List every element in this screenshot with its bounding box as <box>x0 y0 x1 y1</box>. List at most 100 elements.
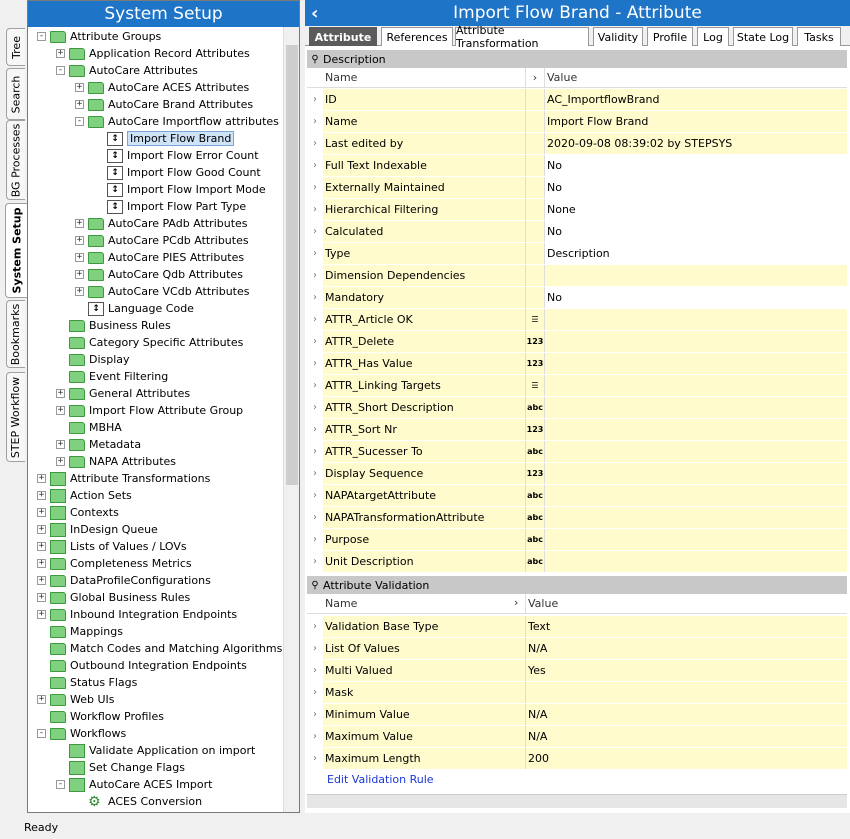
scrollbar-thumb[interactable] <box>286 45 298 485</box>
tree-node[interactable]: + AutoCare PAdb Attributes <box>75 215 248 232</box>
tab-profile[interactable]: Profile <box>647 27 693 46</box>
tree-node[interactable]: + AutoCare Qdb Attributes <box>75 266 243 283</box>
tree-scrollbar[interactable] <box>283 27 299 812</box>
collapse-icon[interactable]: - <box>37 32 46 41</box>
description-row[interactable]: › Unit Description abc <box>307 551 847 573</box>
tree-node[interactable]: Match Codes and Matching Algorithms <box>37 640 282 657</box>
description-row[interactable]: › ATTR_Article OK ☰ <box>307 309 847 331</box>
edit-validation-rule-link[interactable]: Edit Validation Rule <box>327 773 434 786</box>
property-value[interactable] <box>545 551 847 572</box>
validation-row[interactable]: › Maximum Length 200 <box>307 748 847 770</box>
tab-validity[interactable]: Validity <box>593 27 643 46</box>
tree-node[interactable]: ↕ Import Flow Part Type <box>94 198 246 215</box>
chevron-right-icon[interactable]: › <box>307 221 323 242</box>
property-value[interactable]: No <box>545 155 847 176</box>
tree-node[interactable]: + Inbound Integration Endpoints <box>37 606 237 623</box>
property-value[interactable]: None <box>545 199 847 220</box>
description-row[interactable]: › Purpose abc <box>307 529 847 551</box>
property-value[interactable]: No <box>545 177 847 198</box>
chevron-right-icon[interactable]: › <box>307 111 323 132</box>
description-row[interactable]: › Calculated No <box>307 221 847 243</box>
description-row[interactable]: › ATTR_Sucesser To abc <box>307 441 847 463</box>
validation-row[interactable]: › List Of Values N/A <box>307 638 847 660</box>
tab-state-log[interactable]: State Log <box>733 27 793 46</box>
tree-node[interactable]: Set Change Flags <box>56 759 185 776</box>
expand-icon[interactable]: + <box>37 593 46 602</box>
description-row[interactable]: › NAPAtargetAttribute abc <box>307 485 847 507</box>
chevron-right-icon[interactable]: › <box>307 155 323 176</box>
expand-icon[interactable]: + <box>56 440 65 449</box>
property-value[interactable]: Description <box>545 243 847 264</box>
description-row[interactable]: › NAPATransformationAttribute abc <box>307 507 847 529</box>
tree-node[interactable]: - Attribute Groups <box>37 28 161 45</box>
tree-node[interactable]: ⚙ ACES Conversion <box>75 793 202 810</box>
property-value[interactable] <box>545 463 847 484</box>
property-value[interactable]: N/A <box>526 638 847 659</box>
property-value[interactable] <box>545 507 847 528</box>
collapse-icon[interactable]: - <box>75 117 84 126</box>
tree-node[interactable]: Mappings <box>37 623 123 640</box>
chevron-right-icon[interactable]: › <box>307 177 323 198</box>
chevron-right-icon[interactable]: › <box>307 704 323 725</box>
tree-node[interactable]: Category Specific Attributes <box>56 334 243 351</box>
validation-row[interactable]: › Multi Valued Yes <box>307 660 847 682</box>
property-value[interactable] <box>545 419 847 440</box>
expand-icon[interactable]: + <box>75 287 84 296</box>
tree-node[interactable]: ↕ Import Flow Brand <box>94 130 235 147</box>
tree-node[interactable]: + AutoCare PIES Attributes <box>75 249 244 266</box>
expand-icon[interactable]: + <box>56 457 65 466</box>
chevron-right-icon[interactable]: › <box>307 441 323 462</box>
description-row[interactable]: › Display Sequence 123 <box>307 463 847 485</box>
tree-node[interactable]: + DataProfileConfigurations <box>37 572 211 589</box>
tree-node[interactable]: + AutoCare VCdb Attributes <box>75 283 249 300</box>
chevron-right-icon[interactable]: › <box>307 89 323 110</box>
chevron-right-icon[interactable]: › <box>307 331 323 352</box>
tree-node[interactable]: + Metadata <box>56 436 141 453</box>
tree-node[interactable]: Business Rules <box>56 317 171 334</box>
expand-icon[interactable]: + <box>56 406 65 415</box>
validation-row[interactable]: › Maximum Value N/A <box>307 726 847 748</box>
tree-node[interactable]: Workflow Profiles <box>37 708 164 725</box>
description-row[interactable]: › ATTR_Linking Targets ☰ <box>307 375 847 397</box>
property-value[interactable] <box>545 485 847 506</box>
pin-icon[interactable]: ⚲ <box>307 580 323 591</box>
expand-icon[interactable]: + <box>37 695 46 704</box>
property-value[interactable] <box>545 353 847 374</box>
collapse-icon[interactable]: - <box>37 729 46 738</box>
description-row[interactable]: › Externally Maintained No <box>307 177 847 199</box>
expand-icon[interactable]: + <box>37 474 46 483</box>
chevron-right-icon[interactable]: › <box>307 353 323 374</box>
chevron-right-icon[interactable]: › <box>307 397 323 418</box>
expand-icon[interactable]: + <box>37 525 46 534</box>
property-value[interactable] <box>545 265 847 286</box>
tree-node[interactable]: - AutoCare Importflow attributes <box>75 113 279 130</box>
property-value[interactable]: 2020-09-08 08:39:02 by STEPSYS <box>545 133 847 154</box>
tree-node[interactable]: Status Flags <box>37 674 137 691</box>
tree-node[interactable]: ↕ Import Flow Good Count <box>94 164 261 181</box>
chevron-right-icon[interactable]: › <box>307 726 323 747</box>
chevron-right-icon[interactable]: › <box>526 68 545 87</box>
tab-tasks[interactable]: Tasks <box>797 27 841 46</box>
description-row[interactable]: › Full Text Indexable No <box>307 155 847 177</box>
description-row[interactable]: › ID AC_ImportflowBrand <box>307 89 847 111</box>
tab-references[interactable]: References <box>381 27 453 46</box>
chevron-right-icon[interactable]: › <box>307 616 323 637</box>
property-value[interactable] <box>545 397 847 418</box>
expand-icon[interactable]: + <box>37 508 46 517</box>
description-row[interactable]: › ATTR_Has Value 123 <box>307 353 847 375</box>
expand-icon[interactable]: + <box>56 389 65 398</box>
expand-icon[interactable]: + <box>75 100 84 109</box>
property-value[interactable]: Yes <box>526 660 847 681</box>
tree-node[interactable]: + Application Record Attributes <box>56 45 250 62</box>
expand-icon[interactable]: + <box>37 542 46 551</box>
tree-node[interactable]: + Import Flow Attribute Group <box>56 402 243 419</box>
expand-icon[interactable]: + <box>37 559 46 568</box>
property-value[interactable] <box>545 331 847 352</box>
chevron-right-icon[interactable]: › <box>307 375 323 396</box>
description-row[interactable]: › Hierarchical Filtering None <box>307 199 847 221</box>
chevron-right-icon[interactable]: › <box>307 463 323 484</box>
vtab-system-setup[interactable]: System Setup <box>5 203 27 298</box>
property-value[interactable]: Text <box>526 616 847 637</box>
tree-node[interactable]: - AutoCare ACES Import <box>56 776 212 793</box>
validation-row[interactable]: › Validation Base Type Text <box>307 616 847 638</box>
